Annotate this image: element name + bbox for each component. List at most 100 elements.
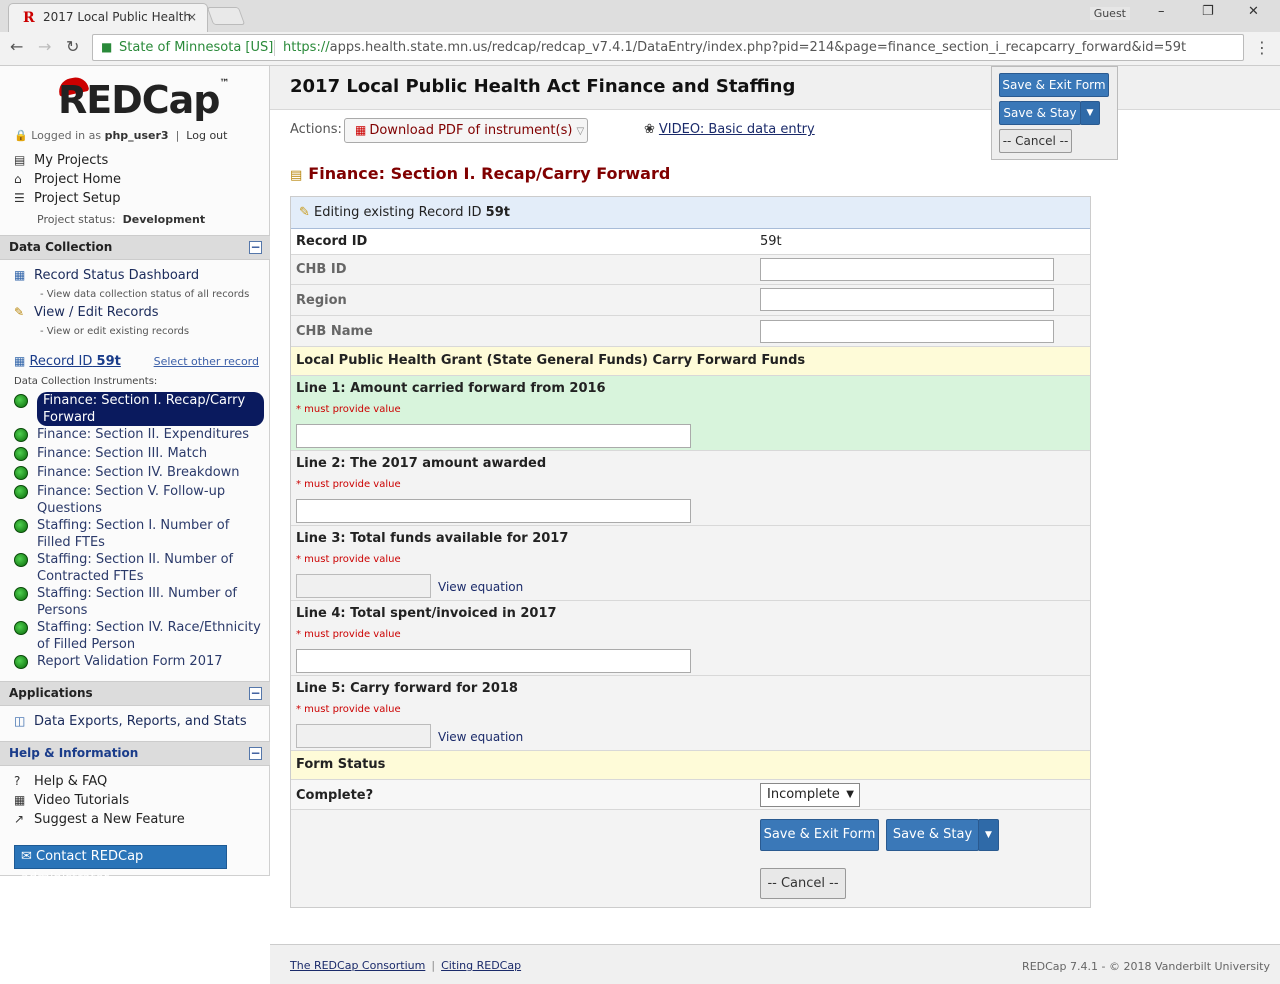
- sidebar-item-help-faq[interactable]: ? Help & FAQ: [14, 774, 107, 789]
- lock-icon: ■: [101, 40, 113, 54]
- tab-close-icon[interactable]: ×: [187, 4, 197, 30]
- required-note: * must provide value: [296, 479, 401, 490]
- guest-profile-badge[interactable]: Guest: [1089, 7, 1130, 20]
- select-other-record-link[interactable]: Select other record: [154, 355, 259, 368]
- submit-row: Save & Exit Form Save & Stay ▼ -- Cancel…: [291, 810, 1090, 907]
- edit-records-icon: ✎: [14, 305, 25, 319]
- collapse-icon[interactable]: −: [249, 687, 262, 700]
- status-complete-icon: [14, 519, 28, 533]
- float-save-options-chevron-icon[interactable]: ▼: [1080, 101, 1100, 125]
- line-4-input[interactable]: [296, 649, 691, 673]
- reload-icon[interactable]: ↻: [66, 38, 79, 56]
- sidebar-item-record-status-dashboard[interactable]: ▦ Record Status Dashboard: [14, 268, 199, 283]
- save-stay-button[interactable]: Save & Stay: [886, 819, 979, 851]
- data-export-icon: ◫: [14, 714, 26, 728]
- redcap-favicon-icon: R: [23, 10, 35, 26]
- sidebar-item-project-home[interactable]: ⌂ Project Home: [14, 172, 121, 187]
- line-5-view-equation-link[interactable]: View equation: [438, 730, 523, 744]
- status-complete-icon: [14, 655, 28, 669]
- complete-status-select[interactable]: Incomplete ▼: [760, 783, 860, 807]
- cancel-button[interactable]: -- Cancel --: [760, 868, 846, 899]
- save-options-chevron-icon[interactable]: ▼: [978, 819, 999, 851]
- sidebar-item-my-projects[interactable]: ▤ My Projects: [14, 153, 108, 168]
- redcap-logo[interactable]: REDCap™: [58, 78, 230, 122]
- collapse-icon[interactable]: −: [249, 241, 262, 254]
- left-sidebar: REDCap™ 🔒 Logged in as php_user3 | Log o…: [0, 66, 270, 886]
- line-2-input[interactable]: [296, 499, 691, 523]
- current-record-link[interactable]: Record ID 59t: [29, 354, 120, 369]
- instrument-item-staffing-section-2[interactable]: Staffing: Section II. Number of Contract…: [14, 551, 264, 585]
- download-pdf-button[interactable]: ▦ Download PDF of instrument(s) ▽: [344, 118, 588, 143]
- sidebar-item-suggest-feature[interactable]: ↗ Suggest a New Feature: [14, 812, 185, 827]
- status-complete-icon: [14, 394, 28, 408]
- chb-id-row: CHB ID: [291, 255, 1090, 285]
- close-window-icon[interactable]: ✕: [1248, 4, 1259, 19]
- instrument-item-finance-section-3[interactable]: Finance: Section III. Match: [14, 445, 264, 462]
- url-text: https://apps.health.state.mn.us/redcap/r…: [283, 40, 1187, 55]
- new-tab-button[interactable]: [206, 7, 246, 25]
- collapse-icon[interactable]: −: [249, 747, 262, 760]
- video-basic-data-entry-link[interactable]: ❀ VIDEO: Basic data entry: [644, 122, 815, 137]
- copyright: REDCap 7.4.1 - © 2018 Vanderbilt Univers…: [1022, 960, 1270, 973]
- record-id-value: 59t: [760, 234, 782, 249]
- chb-name-row: CHB Name: [291, 316, 1090, 347]
- status-complete-icon: [14, 447, 28, 461]
- instrument-item-staffing-section-1[interactable]: Staffing: Section I. Number of Filled FT…: [14, 517, 264, 551]
- instrument-item-finance-section-5[interactable]: Finance: Section V. Follow-up Questions: [14, 483, 264, 517]
- instrument-item-staffing-section-4[interactable]: Staffing: Section IV. Race/Ethnicity of …: [14, 619, 264, 653]
- section-header-row: Local Public Health Grant (State General…: [291, 347, 1090, 376]
- back-icon[interactable]: ←: [10, 38, 23, 56]
- browser-menu-icon[interactable]: ⋮: [1254, 38, 1270, 57]
- chb-name-input[interactable]: [760, 320, 1054, 343]
- status-complete-icon: [14, 587, 28, 601]
- browser-tab[interactable]: R 2017 Local Public Health ×: [8, 3, 208, 32]
- instrument-item-finance-section-1[interactable]: Finance: Section I. Recap/Carry Forward: [14, 392, 264, 426]
- forward-icon[interactable]: →: [38, 38, 51, 56]
- instrument-item-report-validation[interactable]: Report Validation Form 2017: [14, 653, 264, 670]
- form-status-header-row: Form Status: [291, 751, 1090, 780]
- minimize-icon[interactable]: –: [1158, 4, 1165, 19]
- instrument-item-staffing-section-3[interactable]: Staffing: Section III. Number of Persons: [14, 585, 264, 619]
- consortium-link[interactable]: The REDCap Consortium: [290, 959, 425, 972]
- region-input[interactable]: [760, 288, 1054, 311]
- restore-icon[interactable]: ❐: [1202, 4, 1214, 19]
- record-id-row: Record ID 59t: [291, 229, 1090, 255]
- line-1-input[interactable]: [296, 424, 691, 448]
- home-icon: ⌂: [14, 172, 22, 186]
- sidebar-item-project-setup[interactable]: ☰ Project Setup: [14, 191, 120, 206]
- float-save-stay-button[interactable]: Save & Stay: [999, 101, 1081, 125]
- line-2-row: Line 2: The 2017 amount awarded * must p…: [291, 451, 1090, 526]
- float-save-exit-button[interactable]: Save & Exit Form: [999, 73, 1109, 97]
- line-5-row: Line 5: Carry forward for 2018 * must pr…: [291, 676, 1090, 751]
- project-status: Project status: Development: [37, 213, 206, 226]
- pdf-icon: ▦: [355, 123, 367, 137]
- line-1-row: Line 1: Amount carried forward from 2016…: [291, 376, 1090, 451]
- dashboard-grid-icon: ▦: [14, 268, 26, 282]
- sidebar-item-view-edit-records[interactable]: ✎ View / Edit Records: [14, 305, 159, 320]
- data-entry-form: ✎ Editing existing Record ID 59t Record …: [290, 196, 1091, 908]
- contact-admin-button[interactable]: ✉ Contact REDCap administrator: [14, 845, 227, 886]
- required-note: * must provide value: [296, 629, 401, 640]
- line-3-view-equation-link[interactable]: View equation: [438, 580, 523, 594]
- instruments-label: Data Collection Instruments:: [14, 376, 158, 387]
- footer-links: The REDCap Consortium | Citing REDCap: [290, 959, 522, 972]
- secure-origin-label: State of Minnesota [US]: [119, 40, 274, 55]
- float-cancel-button[interactable]: -- Cancel --: [999, 129, 1072, 153]
- instrument-item-finance-section-2[interactable]: Finance: Section II. Expenditures: [14, 426, 264, 443]
- address-bar[interactable]: ■ State of Minnesota [US] https://apps.h…: [92, 34, 1244, 61]
- external-link-icon: ↗: [14, 812, 25, 826]
- instrument-item-finance-section-4[interactable]: Finance: Section IV. Breakdown: [14, 464, 264, 481]
- region-row: Region: [291, 285, 1090, 316]
- sidebar-item-video-tutorials[interactable]: ▦ Video Tutorials: [14, 793, 129, 808]
- chb-id-input[interactable]: [760, 258, 1054, 281]
- sidebar-item-data-exports[interactable]: ◫ Data Exports, Reports, and Stats: [14, 714, 247, 729]
- logout-link[interactable]: Log out: [186, 129, 227, 142]
- citing-redcap-link[interactable]: Citing REDCap: [441, 959, 521, 972]
- tab-title: 2017 Local Public Health: [43, 10, 192, 24]
- project-title-bar: 2017 Local Public Health Act Finance and…: [270, 66, 1280, 110]
- save-exit-button[interactable]: Save & Exit Form: [760, 819, 879, 851]
- status-complete-icon: [14, 485, 28, 499]
- browser-chrome: R 2017 Local Public Health × Guest – ❐ ✕…: [0, 0, 1280, 66]
- applications-header: Applications −: [0, 681, 270, 706]
- form-document-icon: ▤: [290, 168, 303, 183]
